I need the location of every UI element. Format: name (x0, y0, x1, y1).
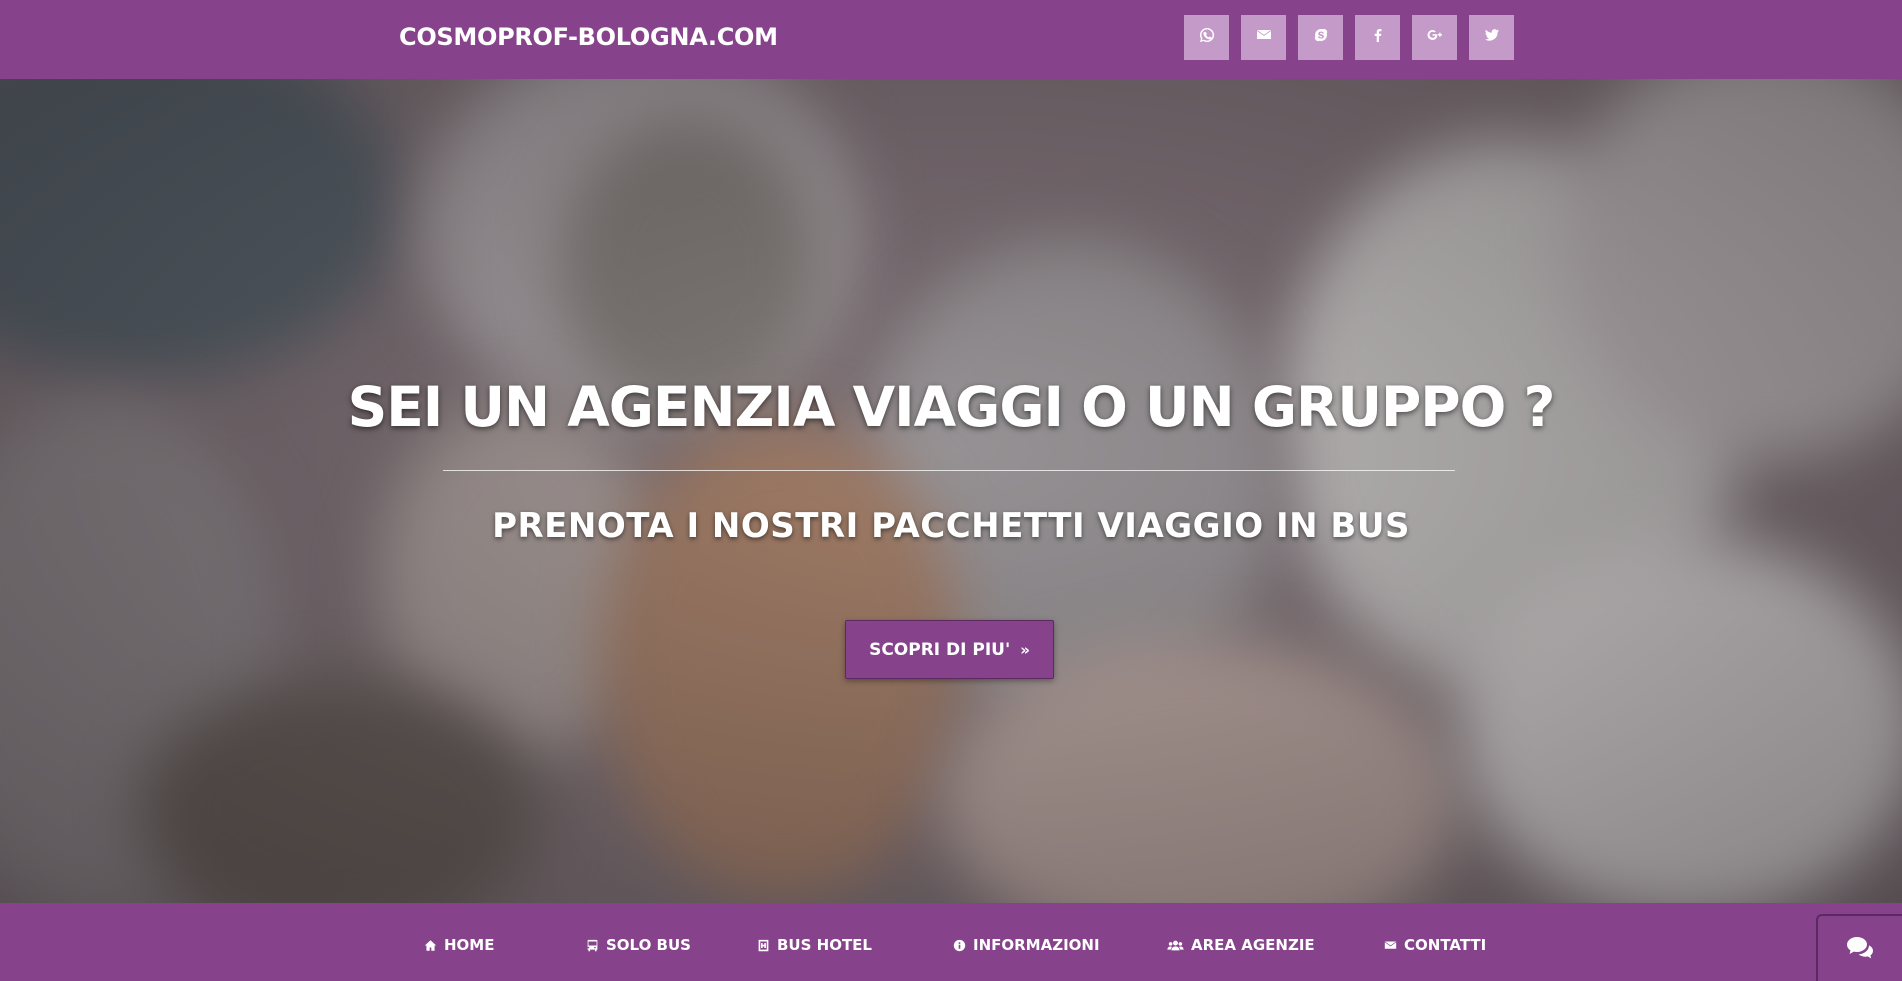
nav-item-label: BUS HOTEL (777, 936, 872, 954)
facebook-icon (1370, 27, 1386, 48)
envelope-icon (1256, 27, 1272, 48)
info-icon (953, 939, 966, 952)
hotel-icon (757, 939, 770, 952)
whatsapp-icon (1199, 27, 1215, 48)
social-links (1184, 15, 1514, 60)
chat-button[interactable] (1816, 914, 1902, 981)
nav-item-bus-hotel[interactable]: BUS HOTEL (757, 936, 872, 954)
users-icon (1167, 939, 1184, 952)
email-button[interactable] (1241, 15, 1286, 60)
hero-subheadline: PRENOTA I NOSTRI PACCHETTI VIAGGIO IN BU… (492, 506, 1410, 546)
top-bar: COSMOPROF-BOLOGNA.COM (0, 0, 1902, 79)
envelope-icon (1384, 939, 1397, 952)
hero-background-image (0, 79, 1902, 903)
nav-item-home[interactable]: HOME (424, 936, 494, 954)
nav-item-label: INFORMAZIONI (973, 936, 1100, 954)
nav-item-label: SOLO BUS (606, 936, 691, 954)
skype-icon (1313, 27, 1329, 48)
hero-headline: SEI UN AGENZIA VIAGGI O UN GRUPPO ? (347, 375, 1556, 439)
whatsapp-button[interactable] (1184, 15, 1229, 60)
discover-more-label: SCOPRI DI PIU' (869, 639, 1011, 660)
google-plus-button[interactable] (1412, 15, 1457, 60)
nav-item-label: AREA AGENZIE (1191, 936, 1315, 954)
hero-section: SEI UN AGENZIA VIAGGI O UN GRUPPO ? PREN… (0, 79, 1902, 903)
nav-item-contatti[interactable]: CONTATTI (1384, 936, 1486, 954)
facebook-button[interactable] (1355, 15, 1400, 60)
double-chevron-right-icon: » (1020, 640, 1030, 659)
discover-more-button[interactable]: SCOPRI DI PIU' » (845, 620, 1054, 679)
twitter-icon (1484, 27, 1500, 48)
chat-icon (1846, 935, 1874, 963)
hero-divider (443, 470, 1455, 471)
nav-item-label: CONTATTI (1404, 936, 1487, 954)
bottom-navigation: HOME SOLO BUS BUS HOTEL INFORMAZIONI ARE… (0, 903, 1902, 981)
nav-item-informazioni[interactable]: INFORMAZIONI (953, 936, 1100, 954)
bus-icon (586, 939, 599, 952)
nav-item-label: HOME (444, 936, 495, 954)
home-icon (424, 939, 437, 952)
twitter-button[interactable] (1469, 15, 1514, 60)
google-plus-icon (1427, 27, 1443, 48)
skype-button[interactable] (1298, 15, 1343, 60)
nav-item-solo-bus[interactable]: SOLO BUS (586, 936, 691, 954)
nav-item-area-agenzie[interactable]: AREA AGENZIE (1167, 936, 1315, 954)
site-logo[interactable]: COSMOPROF-BOLOGNA.COM (399, 23, 778, 51)
